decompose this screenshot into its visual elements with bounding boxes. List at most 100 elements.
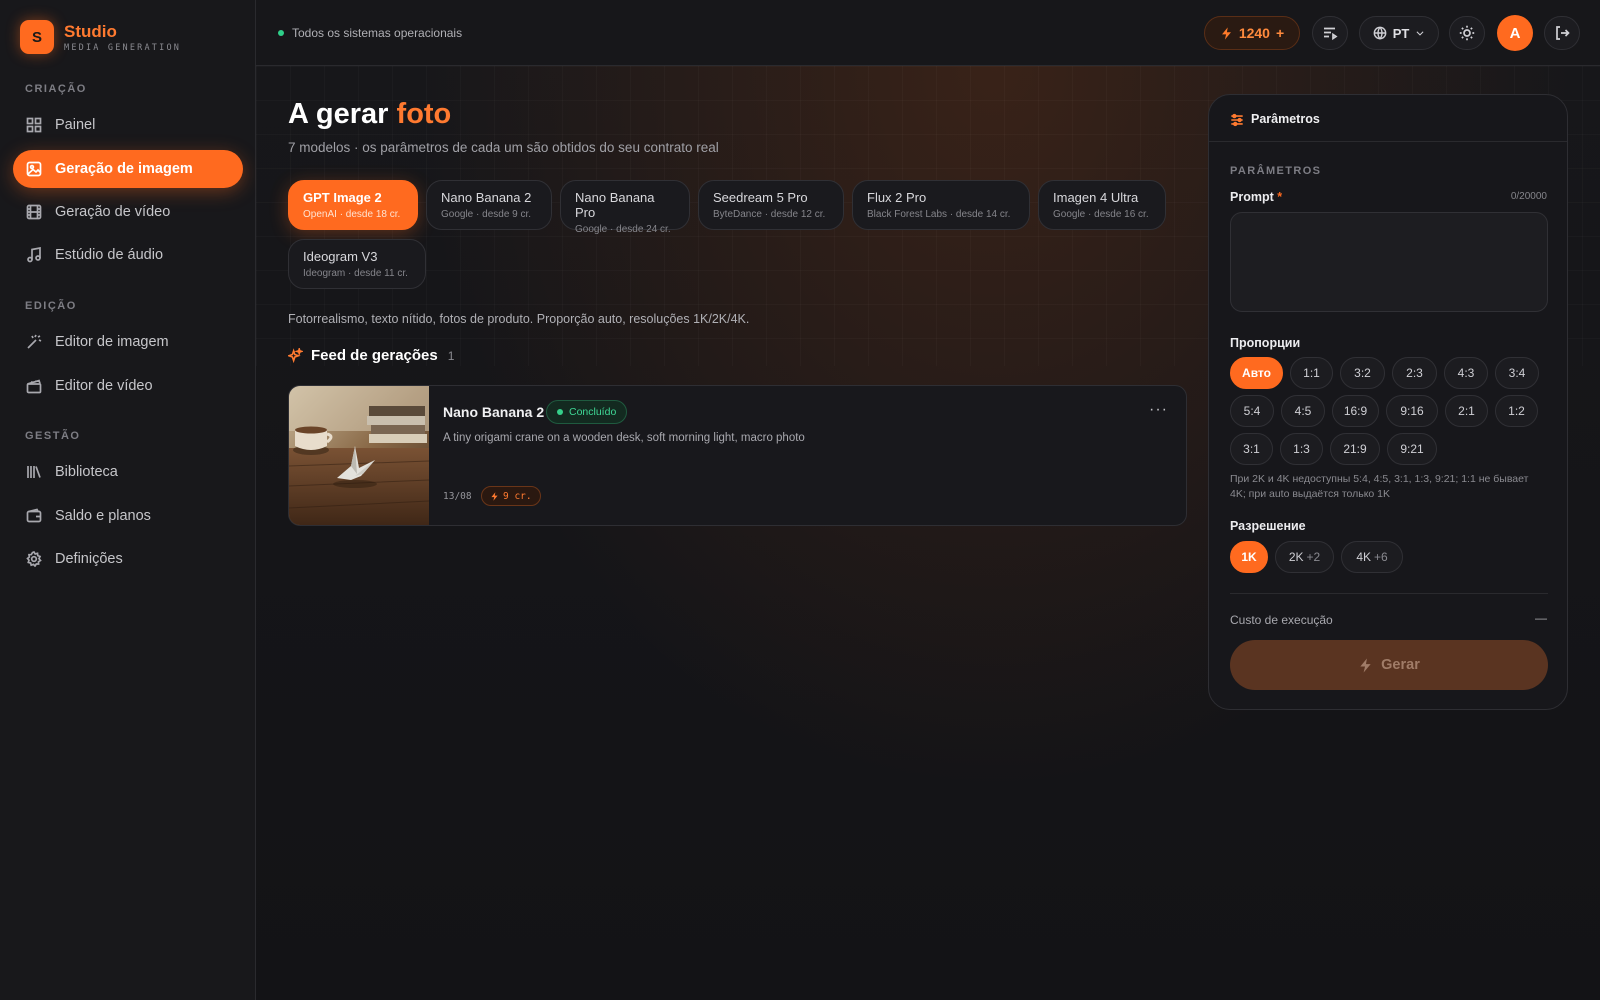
sidebar-item-balance-plans[interactable]: Saldo e planos: [13, 497, 243, 535]
model-card-flux-2-pro[interactable]: Flux 2 Pro Black Forest Labs · desde 14 …: [852, 180, 1030, 230]
language-selector[interactable]: PT: [1359, 16, 1439, 50]
ratio-16-9[interactable]: 16:9: [1332, 395, 1379, 427]
resolution-1k[interactable]: 1K: [1230, 541, 1268, 573]
globe-icon: [1373, 26, 1387, 40]
feed-count: 1: [447, 348, 455, 363]
sidebar: S Studio MEDIA GENERATION CRIAÇÃO Painel…: [0, 0, 256, 1000]
ratio-4-3[interactable]: 4:3: [1444, 357, 1488, 389]
magic-wand-icon: [26, 334, 42, 350]
model-name: Imagen 4 Ultra: [1053, 190, 1139, 205]
ratio-9-16[interactable]: 9:16: [1386, 395, 1438, 427]
gear-icon: [26, 551, 42, 567]
prompt-counter: 0/20000: [1510, 191, 1547, 202]
ratio-3-2[interactable]: 3:2: [1340, 357, 1385, 389]
sun-icon: [1459, 25, 1475, 41]
resolution-2k[interactable]: 2K +2: [1275, 541, 1334, 573]
logout-button[interactable]: [1544, 16, 1580, 50]
lightning-icon: [1360, 657, 1371, 673]
logout-icon: [1556, 26, 1570, 40]
resolution-4k[interactable]: 4K +6: [1341, 541, 1403, 573]
ratio-9-21[interactable]: 9:21: [1387, 433, 1437, 465]
ratio-2-1[interactable]: 2:1: [1445, 395, 1488, 427]
sidebar-item-label: Editor de imagem: [55, 334, 169, 350]
ratio-4-5[interactable]: 4:5: [1281, 395, 1325, 427]
sidebar-item-label: Definições: [55, 551, 123, 567]
brand-name: Studio: [64, 21, 117, 41]
model-card-gpt-image-2[interactable]: GPT Image 2 OpenAI · desde 18 cr.: [288, 180, 418, 230]
model-name: Nano Banana 2: [441, 190, 532, 205]
model-card-ideogram-v3[interactable]: Ideogram V3 Ideogram · desde 11 cr.: [288, 239, 426, 289]
sidebar-item-label: Editor de vídeo: [55, 378, 153, 394]
model-meta: Google · desde 16 cr.: [1053, 209, 1149, 220]
ratio-2-3[interactable]: 2:3: [1392, 357, 1437, 389]
feed-header: Feed de gerações 1: [288, 347, 454, 364]
status-text: Todos os sistemas operacionais: [292, 26, 463, 40]
generation-cost: 9 cr.: [503, 490, 532, 502]
required-marker: *: [1277, 190, 1283, 204]
status-dot-icon: [278, 30, 284, 36]
avatar[interactable]: A: [1497, 15, 1533, 51]
panel-header: Parâmetros: [1209, 95, 1567, 142]
panel-divider: [1230, 593, 1548, 594]
model-meta: ByteDance · desde 12 cr.: [713, 209, 826, 220]
brand[interactable]: S Studio MEDIA GENERATION: [20, 20, 181, 54]
model-meta: Ideogram · desde 11 cr.: [303, 268, 408, 279]
chevron-down-icon: [1416, 31, 1424, 36]
execution-cost-value: —: [1535, 611, 1547, 625]
queue-button[interactable]: [1312, 16, 1348, 50]
ratio-1-2[interactable]: 1:2: [1495, 395, 1538, 427]
ratio-3-4[interactable]: 3:4: [1495, 357, 1539, 389]
model-name: GPT Image 2: [303, 190, 382, 205]
topbar: Todos os sistemas operacionais 1240 + PT…: [256, 0, 1600, 66]
prompt-input[interactable]: [1230, 212, 1548, 312]
language-code: PT: [1392, 25, 1410, 41]
sidebar-item-image-editor[interactable]: Editor de imagem: [13, 323, 243, 361]
model-card-seedream-5-pro[interactable]: Seedream 5 Pro ByteDance · desde 12 cr.: [698, 180, 844, 230]
sidebar-item-label: Saldo e planos: [55, 508, 151, 524]
ratio-1-1[interactable]: 1:1: [1290, 357, 1333, 389]
nav-section-editing: EDIÇÃO: [25, 300, 77, 312]
ratio-1-3[interactable]: 1:3: [1280, 433, 1323, 465]
ratio-auto[interactable]: Авто: [1230, 357, 1283, 389]
list-play-icon: [1324, 27, 1338, 41]
lightning-icon: [1221, 26, 1231, 40]
image-icon: [26, 161, 42, 177]
film-icon: [26, 204, 42, 220]
sidebar-item-label: Painel: [55, 117, 96, 133]
generation-thumbnail[interactable]: [289, 386, 429, 526]
sidebar-item-label: Biblioteca: [55, 464, 118, 480]
sidebar-item-audio-studio[interactable]: Estúdio de áudio: [13, 236, 243, 274]
dashboard-icon: [26, 117, 42, 133]
generate-button[interactable]: Gerar: [1230, 640, 1548, 690]
model-meta: Black Forest Labs · desde 14 cr.: [867, 209, 1011, 220]
credits-button[interactable]: 1240 +: [1204, 16, 1300, 50]
sidebar-item-settings[interactable]: Definições: [13, 540, 243, 578]
ratio-21-9[interactable]: 21:9: [1330, 433, 1380, 465]
model-card-nano-banana-pro[interactable]: Nano Banana Pro Google · desde 24 cr.: [560, 180, 690, 235]
sidebar-item-label: Geração de imagem: [55, 161, 193, 177]
sliders-icon: [1231, 113, 1243, 127]
sparkles-icon: [288, 348, 303, 363]
execution-cost-label: Custo de execução: [1230, 613, 1333, 627]
sidebar-item-video-editor[interactable]: Editor de vídeo: [13, 367, 243, 405]
page-title: A gerar foto: [288, 98, 452, 130]
sidebar-item-library[interactable]: Biblioteca: [13, 453, 243, 491]
sidebar-item-dashboard[interactable]: Painel: [13, 106, 243, 144]
nav-section-management: GESTÃO: [25, 430, 81, 442]
sidebar-item-video-generation[interactable]: Geração de vídeo: [13, 193, 243, 231]
model-card-imagen-4-ultra[interactable]: Imagen 4 Ultra Google · desde 16 cr.: [1038, 180, 1166, 230]
theme-toggle[interactable]: [1449, 16, 1485, 50]
sidebar-item-image-generation[interactable]: Geração de imagem: [13, 150, 243, 188]
music-icon: [26, 247, 42, 263]
ratio-note: При 2K и 4K недоступны 5:4, 4:5, 3:1, 1:…: [1230, 473, 1529, 500]
ratio-3-1[interactable]: 3:1: [1230, 433, 1273, 465]
clapperboard-icon: [26, 378, 42, 394]
ratio-5-4[interactable]: 5:4: [1230, 395, 1274, 427]
model-name: Nano Banana Pro: [575, 190, 655, 220]
nav-section-creation: CRIAÇÃO: [25, 83, 87, 95]
model-card-nano-banana-2[interactable]: Nano Banana 2 Google · desde 9 cr.: [426, 180, 552, 230]
generation-card[interactable]: Nano Banana 2 Concluído ··· A tiny origa…: [288, 385, 1187, 526]
more-options-icon[interactable]: ···: [1149, 401, 1168, 419]
model-name: Ideogram V3: [303, 249, 378, 264]
credits-value: 1240: [1238, 25, 1270, 41]
